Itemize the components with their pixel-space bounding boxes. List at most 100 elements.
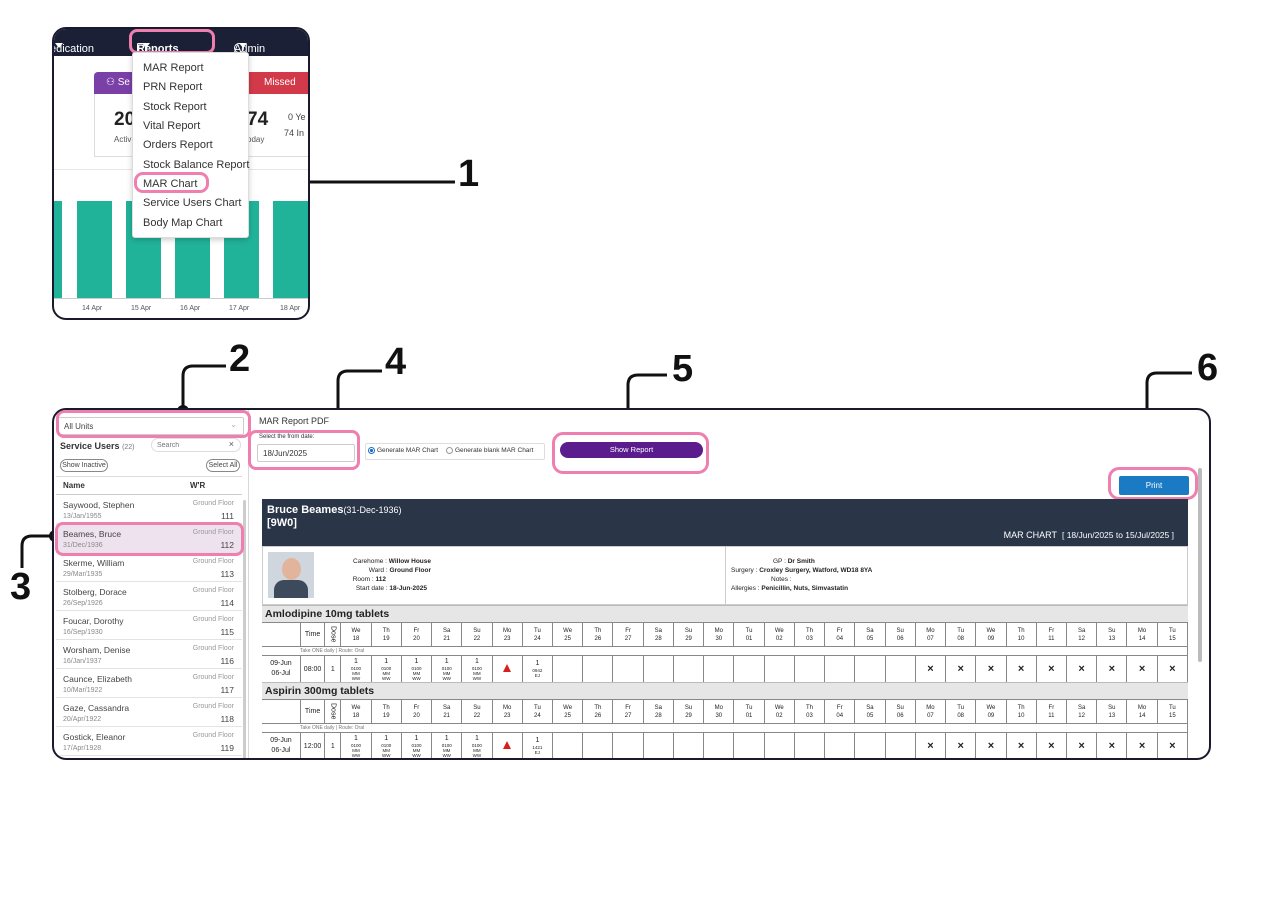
admin-cell[interactable]	[884, 732, 916, 758]
med-time: 12:00	[299, 732, 326, 758]
chart-date: 15 Apr	[131, 305, 152, 312]
admin-cell[interactable]: ×	[1126, 732, 1158, 758]
admin-cell[interactable]: 1 0100 MM WW	[461, 655, 493, 683]
service-user-row[interactable]: Skerme, William 29/Mar/1935 Ground Floor 11…	[56, 553, 242, 582]
admin-cell[interactable]	[552, 732, 584, 758]
admin-cell[interactable]: ×	[1065, 655, 1098, 683]
menu-mar-report[interactable]: MAR Report	[143, 62, 204, 74]
admin-cell[interactable]	[672, 732, 705, 758]
cross-icon: ×	[927, 740, 934, 752]
menu-orders-report[interactable]: Orders Report	[143, 139, 213, 151]
service-user-row[interactable]: Worsham, Denise 16/Jan/1937 Ground Floor 11…	[56, 640, 242, 669]
show-inactive-button[interactable]: Show Inactive	[60, 459, 108, 472]
day-col: Tu 01	[733, 622, 765, 647]
admin-cell[interactable]: 1 0942 EJ	[521, 655, 554, 683]
admin-cell[interactable]	[793, 655, 826, 683]
admin-cell[interactable]: ×	[914, 732, 947, 758]
admin-cell[interactable]: ×	[914, 655, 947, 683]
admin-cell[interactable]: 1 0100 MM WW	[340, 655, 372, 683]
service-user-row[interactable]: Caunce, Elizabeth 10/Mar/1922 Ground Floor…	[56, 669, 242, 698]
admin-cell[interactable]: ×	[1005, 732, 1037, 758]
select-all-button[interactable]: Select All	[206, 459, 240, 472]
admin-cell[interactable]	[703, 732, 735, 758]
admin-cell[interactable]: ×	[945, 655, 977, 683]
day-col: Sa 05	[854, 699, 886, 724]
admin-cell[interactable]	[854, 732, 886, 758]
admin-cell[interactable]	[672, 655, 705, 683]
admin-cell[interactable]	[884, 655, 916, 683]
admin-cell[interactable]: ×	[1065, 732, 1098, 758]
admin-cell[interactable]: 1 1421 EJ	[521, 732, 554, 758]
admin-cell[interactable]	[582, 655, 614, 683]
admin-cell[interactable]: 1 0100 MM WW	[431, 732, 463, 758]
admin-cell[interactable]: 1 0100 MM WW	[431, 655, 463, 683]
admin-cell[interactable]	[703, 655, 735, 683]
admin-cell[interactable]	[763, 732, 795, 758]
report-scrollbar[interactable]	[1198, 468, 1202, 662]
admin-cell[interactable]: 1 0100 MM WW	[461, 732, 493, 758]
admin-cell[interactable]	[552, 655, 584, 683]
admin-cell[interactable]	[763, 655, 795, 683]
admin-cell[interactable]	[612, 732, 644, 758]
search-box: ×	[151, 438, 241, 452]
search-input[interactable]	[157, 440, 227, 450]
menu-vital-report[interactable]: Vital Report	[143, 120, 200, 132]
admin-cell[interactable]	[733, 732, 765, 758]
menu-stock-balance-report[interactable]: Stock Balance Report	[143, 159, 249, 171]
admin-cell[interactable]: 1 0100 MM WW	[400, 655, 433, 683]
admin-cell[interactable]: ×	[1035, 655, 1068, 683]
radio-blank-mar-chart[interactable]	[446, 447, 453, 454]
chart-date: 16 Apr	[180, 305, 201, 312]
admin-cell[interactable]	[793, 732, 826, 758]
admin-cell[interactable]: ×	[1126, 655, 1158, 683]
radio-mar-chart-label: Generate MAR Chart	[377, 447, 439, 454]
cross-icon: ×	[1048, 740, 1055, 752]
day-col: Fr 27	[612, 622, 644, 647]
admin-cell[interactable]: 1 0100 MM WW	[340, 732, 372, 758]
service-user-row[interactable]: Gaze, Cassandra 20/Apr/1922 Ground Floor 11…	[56, 698, 242, 727]
clear-icon[interactable]: ×	[229, 439, 234, 449]
admin-cell[interactable]	[491, 732, 523, 758]
menu-stock-report[interactable]: Stock Report	[143, 101, 207, 113]
callout-6: 6	[1197, 347, 1219, 389]
admin-cell[interactable]: ×	[975, 732, 1007, 758]
admin-cell[interactable]	[733, 655, 765, 683]
admin-cell[interactable]: 1 0100 MM WW	[370, 655, 402, 683]
admin-cell[interactable]	[642, 732, 674, 758]
menu-prn-report[interactable]: PRN Report	[143, 81, 202, 93]
service-users-count: (22)	[122, 444, 135, 451]
info-allergies: Allergies : Penicillin, Nuts, Simvastati…	[731, 585, 849, 592]
chart-date: 18 Apr	[280, 305, 301, 312]
admin-cell[interactable]: ×	[975, 655, 1007, 683]
admin-cell[interactable]: ×	[1156, 655, 1189, 683]
chart-bar	[77, 201, 112, 298]
admin-cell[interactable]: ×	[1156, 732, 1189, 758]
admin-cell[interactable]: ×	[1096, 732, 1128, 758]
admin-cell[interactable]: ×	[1005, 655, 1037, 683]
service-user-row[interactable]: Gostick, Eleanor 17/Apr/1928 Ground Floor 1…	[56, 727, 242, 756]
admin-cell[interactable]	[824, 732, 856, 758]
admin-cell[interactable]: ×	[945, 732, 977, 758]
med-table-amlodipine: Time Dose We 18 Th 19 Fr 20 Sa 21 Su 22 Mo 23 Tu 24 We 25…	[262, 622, 1189, 683]
info-ward: Ward : Ground Floor	[368, 567, 431, 574]
stat-row-2: 74 In	[284, 128, 305, 138]
service-user-row[interactable]: Foucar, Dorothy 16/Sep/1930 Ground Floor 11…	[56, 611, 242, 640]
units-highlight	[56, 410, 251, 438]
menu-service-users-chart[interactable]: Service Users Chart	[143, 197, 241, 209]
admin-cell[interactable]	[642, 655, 674, 683]
admin-cell[interactable]	[491, 655, 523, 683]
admin-cell[interactable]: 1 0100 MM WW	[370, 732, 402, 758]
admin-cell[interactable]	[612, 655, 644, 683]
admin-cell[interactable]	[854, 655, 886, 683]
admin-cell[interactable]: ×	[1035, 732, 1068, 758]
day-col: Tu 15	[1156, 699, 1189, 724]
admin-cell[interactable]: ×	[1096, 655, 1128, 683]
day-col: Mo 23	[491, 622, 523, 647]
admin-cell[interactable]	[824, 655, 856, 683]
admin-cell[interactable]	[582, 732, 614, 758]
radio-mar-chart[interactable]	[368, 447, 375, 454]
service-user-row[interactable]: Stolberg, Dorace 26/Sep/1926 Ground Floor 1…	[56, 582, 242, 611]
menu-body-map-chart[interactable]: Body Map Chart	[143, 217, 222, 229]
service-user-row[interactable]: Saywood, Stephen 13/Jan/1955 Ground Floor 1…	[56, 495, 242, 524]
admin-cell[interactable]: 1 0100 MM WW	[400, 732, 433, 758]
